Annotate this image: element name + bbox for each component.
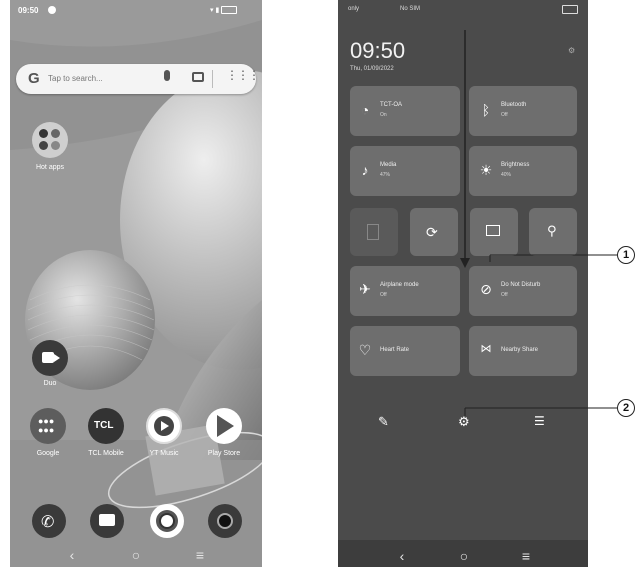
annotation-overlay [460,30,617,416]
callout-1: 1 [617,246,635,264]
callout-2: 2 [617,399,635,417]
